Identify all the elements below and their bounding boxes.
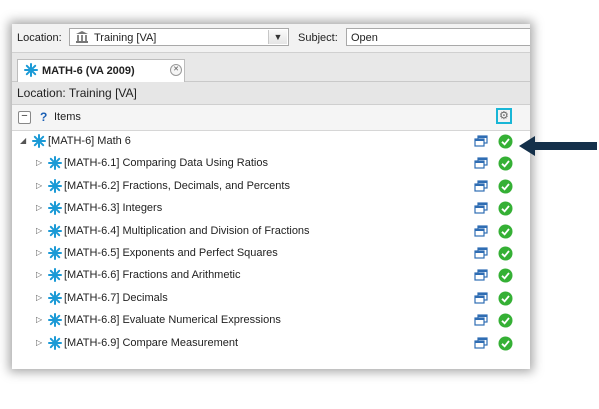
items-label: Items bbox=[54, 111, 81, 123]
subject-label: Subject: bbox=[298, 32, 338, 44]
chevron-down-icon[interactable]: ▼ bbox=[268, 30, 287, 44]
tab-bar: MATH-6 (VA 2009) ✕ bbox=[12, 53, 530, 82]
tree-row-label: [MATH-6.9] Compare Measurement bbox=[64, 336, 239, 349]
settings-button[interactable]: ⚙ bbox=[496, 108, 512, 124]
tree-row[interactable]: ▷ [MATH-6.1] Comparing Data Using Ratios bbox=[12, 153, 530, 175]
tree-row[interactable]: ▷ [MATH-6.8] Evaluate Numerical Expressi… bbox=[12, 310, 530, 332]
tree-row[interactable]: ▷ [MATH-6.7] Decimals bbox=[12, 288, 530, 310]
close-icon[interactable]: ✕ bbox=[170, 64, 182, 76]
items-toolbar: − ? Items ⚙ bbox=[12, 105, 530, 131]
callout-arrow-icon bbox=[519, 136, 597, 159]
tree-row[interactable]: ▷ [MATH-6.4] Multiplication and Division… bbox=[12, 221, 530, 243]
tree-row-label: [MATH-6.4] Multiplication and Division o… bbox=[64, 224, 310, 237]
collapsed-triangle-icon[interactable]: ▷ bbox=[36, 226, 42, 235]
copy-window-icon[interactable] bbox=[474, 180, 488, 196]
subject-value: Open bbox=[351, 32, 378, 44]
collapsed-triangle-icon[interactable]: ▷ bbox=[36, 158, 42, 167]
location-label: Location: bbox=[17, 32, 62, 44]
location-line-text: Location: Training [VA] bbox=[17, 86, 137, 100]
copy-window-icon[interactable] bbox=[474, 135, 488, 151]
standard-star-icon bbox=[48, 290, 62, 308]
tree-row-label: [MATH-6] Math 6 bbox=[48, 135, 131, 147]
gear-icon: ⚙ bbox=[499, 110, 509, 122]
tree-row[interactable]: ▷ [MATH-6.9] Compare Measurement bbox=[12, 333, 530, 355]
collapse-all-button[interactable]: − bbox=[18, 111, 31, 124]
collapsed-triangle-icon[interactable]: ▷ bbox=[36, 270, 42, 279]
expanded-triangle-icon[interactable]: ◢ bbox=[20, 136, 26, 145]
check-circle-icon[interactable] bbox=[498, 246, 513, 264]
tab-title: MATH-6 (VA 2009) bbox=[42, 65, 135, 77]
standard-star-icon bbox=[48, 223, 62, 241]
copy-window-icon[interactable] bbox=[474, 292, 488, 308]
copy-window-icon[interactable] bbox=[474, 336, 488, 353]
subject-field[interactable]: Open bbox=[346, 28, 530, 46]
standard-star-icon bbox=[48, 313, 62, 330]
tree-row[interactable]: ▷ [MATH-6.2] Fractions, Decimals, and Pe… bbox=[12, 176, 530, 198]
standard-star-icon bbox=[32, 134, 46, 151]
standard-star-icon bbox=[48, 246, 62, 263]
tree-row-label: [MATH-6.2] Fractions, Decimals, and Perc… bbox=[64, 179, 290, 192]
check-circle-icon[interactable] bbox=[498, 224, 513, 242]
check-circle-icon[interactable] bbox=[498, 179, 513, 197]
collapsed-triangle-icon[interactable]: ▷ bbox=[36, 293, 42, 302]
collapsed-triangle-icon[interactable]: ▷ bbox=[36, 203, 42, 212]
tab-math-6[interactable]: MATH-6 (VA 2009) ✕ bbox=[17, 59, 185, 82]
collapsed-triangle-icon[interactable]: ▷ bbox=[36, 248, 42, 257]
standard-star-icon bbox=[48, 268, 62, 285]
standard-star-icon bbox=[48, 201, 62, 218]
check-circle-icon[interactable] bbox=[498, 336, 513, 354]
check-circle-icon[interactable] bbox=[498, 201, 513, 219]
tree-row-label: [MATH-6.6] Fractions and Arithmetic bbox=[64, 269, 241, 282]
check-circle-icon[interactable] bbox=[498, 134, 513, 152]
tree-row[interactable]: ▷ [MATH-6.5] Exponents and Perfect Squar… bbox=[12, 243, 530, 265]
copy-window-icon[interactable] bbox=[474, 224, 488, 241]
tree-row[interactable]: ▷ [MATH-6.6] Fractions and Arithmetic bbox=[12, 265, 530, 287]
location-value: Training [VA] bbox=[94, 32, 157, 44]
location-select[interactable]: Training [VA] ▼ bbox=[69, 28, 289, 46]
tree-row-label: [MATH-6.7] Decimals bbox=[64, 291, 168, 304]
standard-star-icon bbox=[24, 63, 38, 80]
copy-window-icon[interactable] bbox=[474, 157, 488, 173]
copy-window-icon[interactable] bbox=[474, 314, 488, 330]
check-circle-icon[interactable] bbox=[498, 268, 513, 286]
tree-row-label: [MATH-6.1] Comparing Data Using Ratios bbox=[64, 157, 268, 170]
standard-star-icon bbox=[48, 178, 62, 196]
collapsed-triangle-icon[interactable]: ▷ bbox=[36, 338, 42, 347]
tree-row[interactable]: ▷ [MATH-6.3] Integers bbox=[12, 198, 530, 220]
tree-row-label: [MATH-6.5] Exponents and Perfect Squares bbox=[64, 247, 278, 259]
building-icon bbox=[75, 30, 89, 47]
check-circle-icon[interactable] bbox=[498, 291, 513, 309]
help-icon[interactable]: ? bbox=[40, 110, 47, 124]
copy-window-icon[interactable] bbox=[474, 247, 488, 263]
check-circle-icon[interactable] bbox=[498, 313, 513, 331]
copy-window-icon[interactable] bbox=[474, 202, 488, 218]
tree-row-label: [MATH-6.8] Evaluate Numerical Expression… bbox=[64, 314, 281, 327]
standard-star-icon bbox=[48, 156, 62, 173]
location-line: Location: Training [VA] bbox=[12, 82, 530, 105]
tree-row-root[interactable]: ◢ [MATH-6] Math 6 bbox=[12, 131, 530, 153]
check-circle-icon[interactable] bbox=[498, 156, 513, 174]
collapsed-triangle-icon[interactable]: ▷ bbox=[36, 181, 42, 190]
standard-star-icon bbox=[48, 335, 62, 353]
copy-window-icon[interactable] bbox=[474, 269, 488, 285]
standards-panel: Location: Training [VA] ▼ Subject: Open bbox=[12, 24, 530, 369]
tree-row-label: [MATH-6.3] Integers bbox=[64, 202, 163, 215]
filter-bar: Location: Training [VA] ▼ Subject: Open bbox=[12, 24, 530, 53]
collapsed-triangle-icon[interactable]: ▷ bbox=[36, 315, 42, 324]
